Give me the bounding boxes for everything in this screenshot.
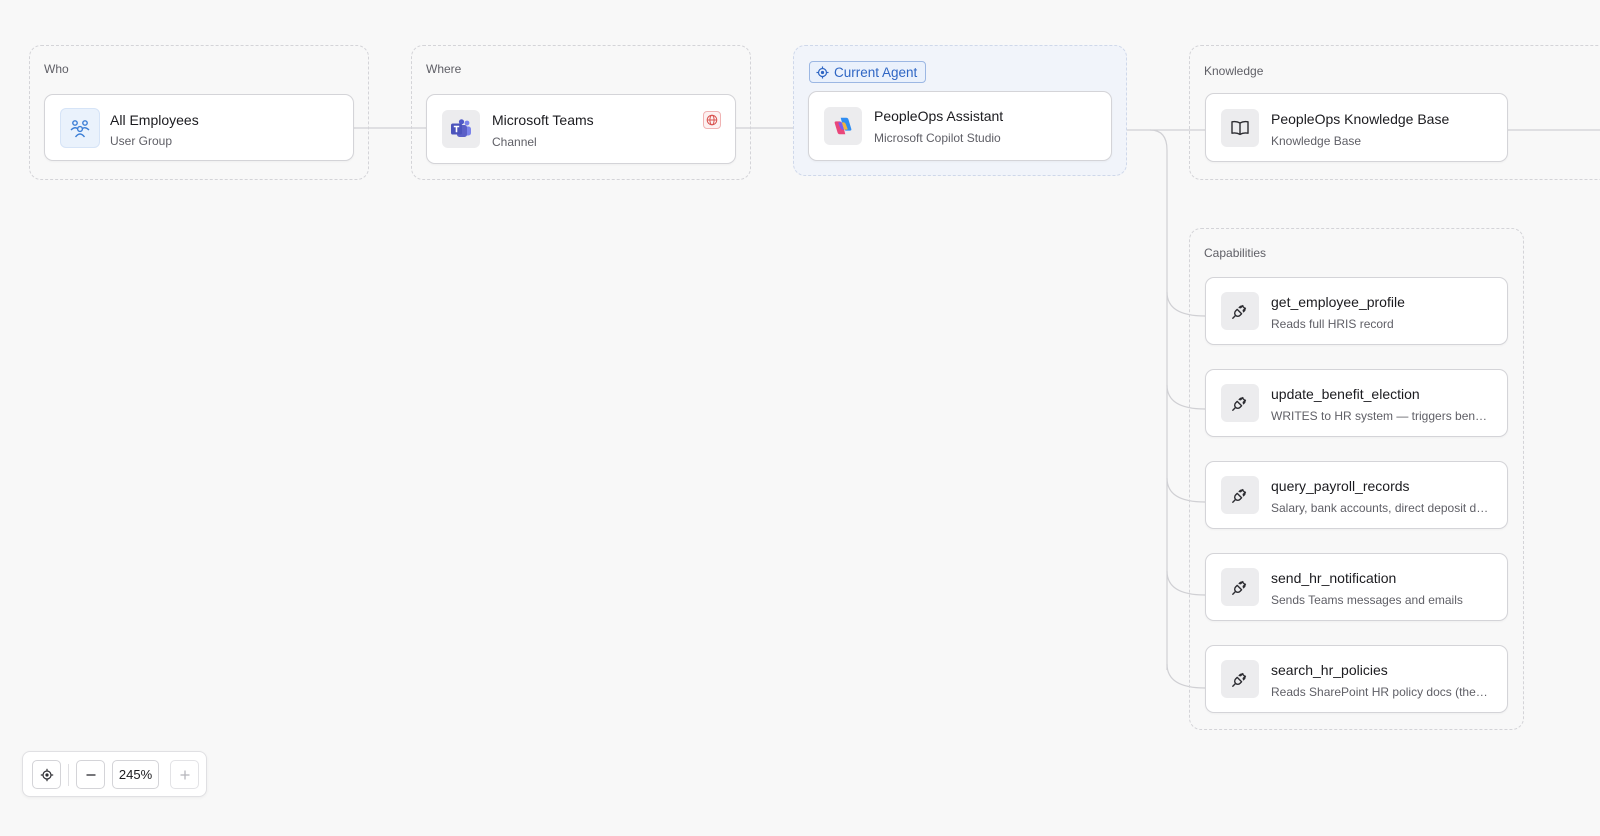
crosshair-icon	[40, 768, 53, 781]
capability-node[interactable]: send_hr_notification Sends Teams messages…	[1205, 553, 1508, 621]
capability-node[interactable]: search_hr_policies Reads SharePoint HR po…	[1205, 645, 1508, 713]
globe-icon	[703, 111, 721, 129]
microsoft-teams-node[interactable]: Microsoft Teams Channel	[426, 94, 736, 164]
zoom-divider	[68, 764, 69, 786]
microsoft-teams-icon	[442, 110, 480, 148]
capability-description: Salary, bank accounts, direct deposit d…	[1271, 501, 1489, 515]
capability-node[interactable]: update_benefit_election WRITES to HR syst…	[1205, 369, 1508, 437]
recenter-button[interactable]	[32, 760, 61, 789]
capability-title: search_hr_policies	[1271, 662, 1388, 678]
book-icon	[1221, 108, 1259, 147]
people-group-icon	[60, 107, 100, 148]
plug-icon	[1221, 384, 1259, 422]
zoom-in-button[interactable]	[170, 760, 199, 789]
copilot-icon	[824, 107, 862, 145]
node-subtitle: User Group	[110, 134, 173, 148]
current-agent-badge: Current Agent	[809, 61, 927, 83]
node-title: PeopleOps Knowledge Base	[1271, 111, 1450, 127]
zoom-controls: 245%	[22, 751, 207, 797]
zoom-out-button[interactable]	[76, 760, 105, 789]
capabilities-group-label: Capabilities	[1204, 246, 1267, 260]
knowledge-base-node[interactable]: PeopleOps Knowledge Base Knowledge Base	[1205, 93, 1508, 162]
all-employees-node[interactable]: All Employees User Group	[44, 94, 354, 161]
knowledge-group-label: Knowledge	[1204, 64, 1264, 78]
capability-title: get_employee_profile	[1271, 294, 1405, 310]
peopleops-assistant-node[interactable]: PeopleOps Assistant Microsoft Copilot St…	[808, 91, 1112, 161]
current-agent-group: Current Agent PeopleOps Assistant Micros…	[793, 45, 1127, 176]
node-subtitle: Microsoft Copilot Studio	[874, 131, 1001, 145]
node-title: PeopleOps Assistant	[874, 108, 1004, 124]
plug-icon	[1221, 292, 1259, 330]
where-group-label: Where	[426, 62, 462, 76]
capability-description: WRITES to HR system — triggers benef…	[1271, 409, 1493, 423]
plus-icon	[180, 770, 189, 779]
target-icon	[816, 65, 829, 79]
capability-node[interactable]: get_employee_profile Reads full HRIS reco…	[1205, 277, 1508, 345]
knowledge-group: Knowledge PeopleOps Knowledge Base Knowl…	[1189, 45, 1600, 180]
who-group: Who All Employees User Group	[29, 45, 369, 180]
node-subtitle: Channel	[492, 135, 537, 149]
zoom-level: 245%	[112, 760, 159, 789]
where-group: Where Microsoft Teams Channel	[411, 45, 751, 180]
plug-icon	[1221, 660, 1259, 698]
capability-description: Reads SharePoint HR policy docs (the…	[1271, 685, 1488, 699]
current-agent-label: Current Agent	[834, 64, 918, 80]
node-title: All Employees	[110, 112, 199, 128]
node-title: Microsoft Teams	[492, 112, 594, 128]
capability-title: query_payroll_records	[1271, 478, 1410, 494]
capability-node[interactable]: query_payroll_records Salary, bank accoun…	[1205, 461, 1508, 529]
capability-description: Reads full HRIS record	[1271, 317, 1394, 331]
plug-icon	[1221, 476, 1259, 514]
capability-title: send_hr_notification	[1271, 570, 1397, 586]
minus-icon	[86, 773, 95, 776]
node-subtitle: Knowledge Base	[1271, 134, 1362, 148]
plug-icon	[1221, 568, 1259, 606]
capability-title: update_benefit_election	[1271, 386, 1420, 402]
capability-description: Sends Teams messages and emails	[1271, 593, 1463, 607]
who-group-label: Who	[44, 62, 69, 76]
